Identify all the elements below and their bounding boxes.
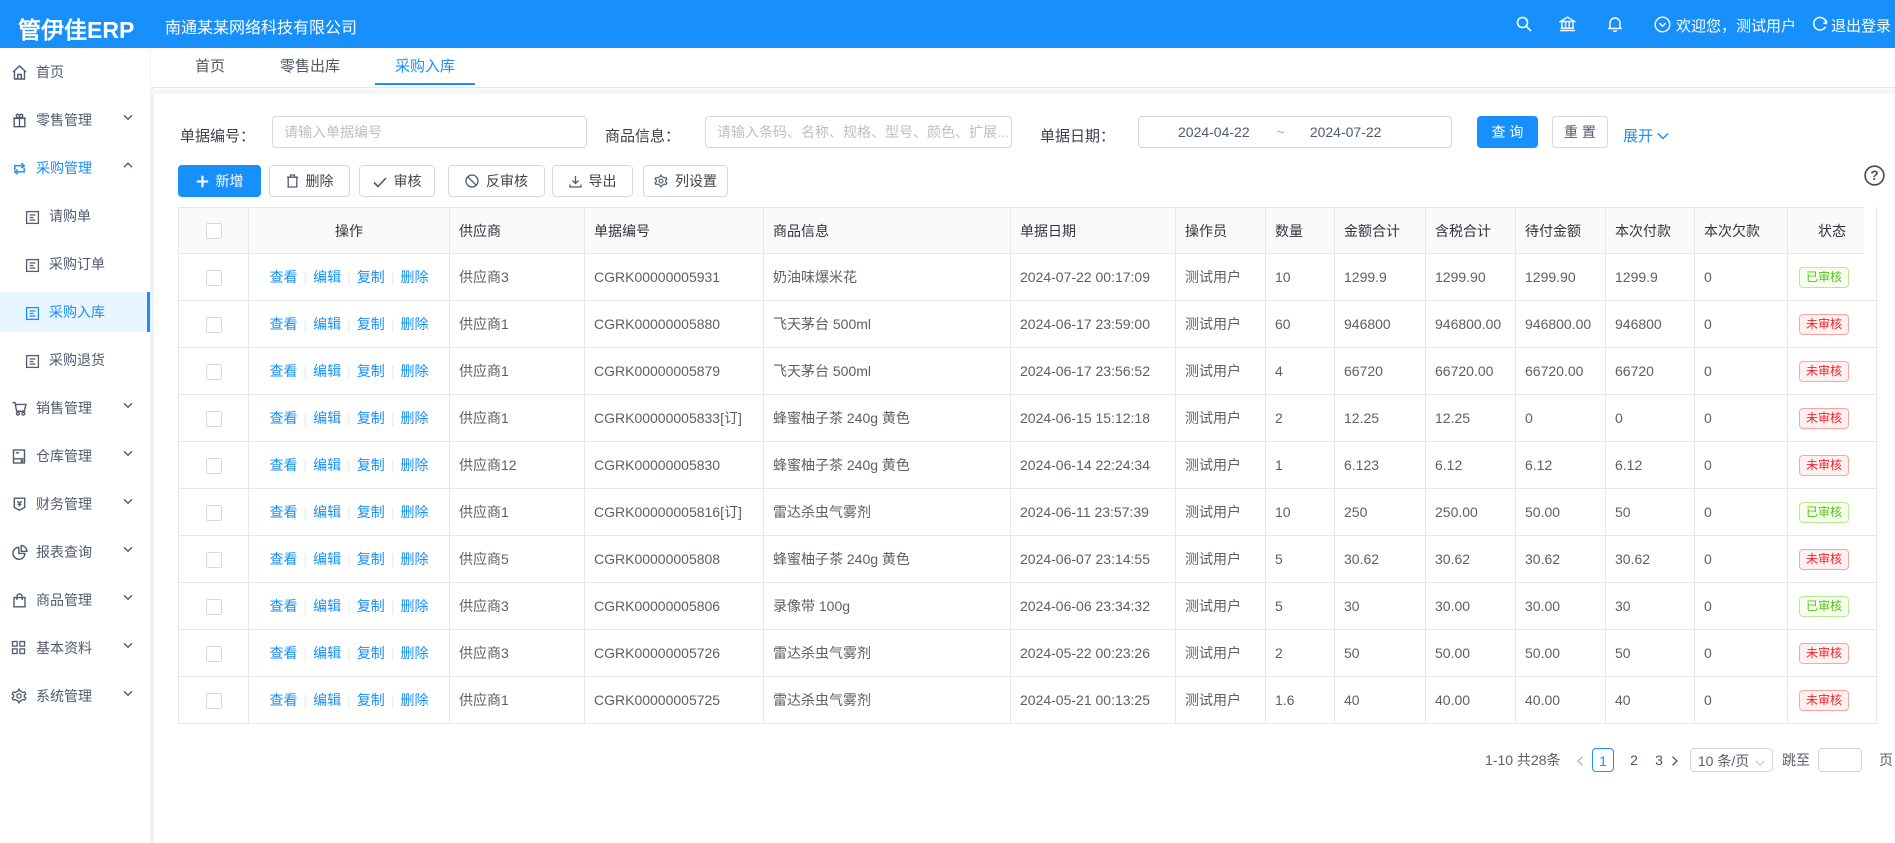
svg-text:?: ? bbox=[1870, 168, 1878, 183]
